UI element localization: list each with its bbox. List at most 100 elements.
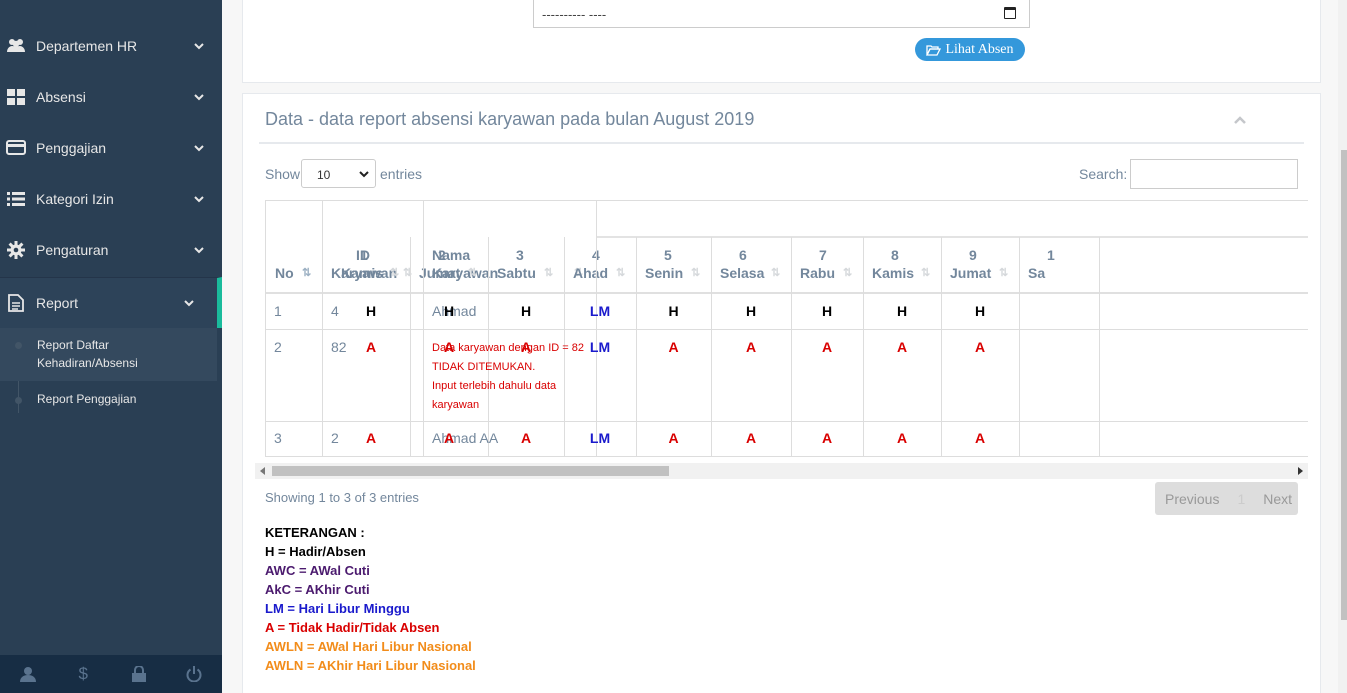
chevron-down-icon [194, 144, 204, 151]
table-border [265, 200, 266, 457]
lihat-absen-button[interactable]: Lihat Absen [915, 38, 1025, 61]
menu-report[interactable]: Report [0, 277, 222, 328]
chevron-down-icon [194, 246, 204, 253]
calendar-icon[interactable] [1004, 7, 1016, 19]
gear-icon [6, 240, 26, 260]
search-label: Search: [1079, 166, 1128, 182]
header-day-num[interactable]: 7 [819, 246, 827, 264]
attendance-mark: A [821, 339, 833, 355]
dollar-icon[interactable]: $ [56, 655, 112, 693]
attendance-mark: H [974, 303, 986, 319]
header-day-num[interactable]: 3 [516, 246, 524, 264]
menu-penggajian[interactable]: Penggajian [0, 122, 222, 173]
cell-no: 3 [274, 430, 282, 446]
header-day-name[interactable]: Rabu [800, 264, 835, 282]
table-border [423, 200, 424, 457]
cell-no: 2 [274, 339, 282, 355]
chevron-down-icon [184, 300, 194, 307]
attendance-mark: A [365, 430, 377, 446]
header-day-num[interactable]: 5 [664, 246, 672, 264]
power-icon[interactable] [167, 655, 223, 693]
table-info: Showing 1 to 3 of 3 entries [265, 490, 419, 505]
attendance-mark: A [443, 339, 455, 355]
header-day-name[interactable]: Senin [645, 264, 683, 282]
menu-kategori-izin[interactable]: Kategori Izin [0, 173, 222, 224]
header-day-name[interactable]: Jumat [419, 264, 460, 282]
submenu-report-penggajian[interactable]: Report Penggajian [0, 390, 217, 408]
attendance-mark: H [443, 303, 455, 319]
attendance-mark: A [520, 339, 532, 355]
sort-icon: ⇅ [843, 267, 853, 279]
submenu-dot [15, 397, 22, 404]
attendance-mark: A [896, 339, 908, 355]
sort-icon: ⇅ [616, 267, 626, 279]
attendance-mark: LM [589, 339, 611, 355]
divider [259, 142, 1304, 144]
menu-label: Departemen HR [36, 37, 138, 54]
legend-item: A = Tidak Hadir/Tidak Absen [265, 620, 440, 635]
vertical-scroll-thumb[interactable] [1341, 150, 1347, 620]
attendance-mark: H [821, 303, 833, 319]
legend-item: AWC = AWal Cuti [265, 563, 370, 578]
attendance-mark: A [745, 339, 757, 355]
entries-label: entries [380, 166, 423, 182]
show-label: Show [265, 166, 301, 182]
header-day-name[interactable]: Sa [1028, 264, 1045, 282]
chevron-down-icon [194, 42, 204, 49]
attendance-table: No ⇅ ID Karyawan ⇅ Nama Karyawan ⇅ 1 Kami… [265, 200, 1308, 457]
user-icon[interactable] [0, 655, 56, 693]
pagination: Previous 1 Next [1155, 482, 1298, 515]
sort-icon: ⇅ [544, 267, 554, 279]
menu-pengaturan[interactable]: Pengaturan [0, 224, 222, 275]
header-day-name[interactable]: Selasa [720, 264, 764, 282]
header-day-name[interactable]: Sabtu [497, 264, 536, 282]
table-border [265, 200, 1308, 201]
header-day-name[interactable]: Kamis [872, 264, 914, 282]
menu-absensi[interactable]: Absensi [0, 71, 222, 122]
menu-departemen-hr[interactable]: Departemen HR [0, 20, 222, 71]
chevron-up-icon[interactable] [1233, 115, 1247, 125]
chevron-down-icon [194, 93, 204, 100]
attendance-mark: H [520, 303, 532, 319]
users-icon [6, 36, 26, 56]
attendance-mark: A [520, 430, 532, 446]
table-border [1019, 237, 1020, 457]
header-day-name[interactable]: Ahad [573, 264, 608, 282]
header-day-num[interactable]: 1 [1047, 246, 1055, 264]
page-1-button[interactable]: 1 [1237, 491, 1245, 507]
header-day-num[interactable]: 6 [739, 246, 747, 264]
header-day-num[interactable]: 2 [438, 246, 446, 264]
horizontal-scrollbar[interactable] [255, 463, 1308, 479]
legend-item: LM = Hari Libur Minggu [265, 601, 410, 616]
page-size-select[interactable]: 10 [301, 159, 376, 188]
attendance-mark: LM [589, 430, 611, 446]
sort-icon: ⇅ [390, 267, 400, 279]
date-input[interactable]: ---------- ---- [533, 0, 1030, 28]
header-day-num[interactable]: 1 [360, 246, 368, 264]
next-button[interactable]: Next [1263, 491, 1292, 507]
header-day-name[interactable]: Kamis [341, 264, 383, 282]
legend-item: AkC = AKhir Cuti [265, 582, 370, 597]
header-day-num[interactable]: 8 [891, 246, 899, 264]
attendance-mark: A [668, 430, 679, 446]
attendance-mark: A [365, 339, 377, 355]
scroll-right-icon[interactable] [1298, 467, 1303, 475]
attendance-mark: H [896, 303, 908, 319]
scroll-thumb[interactable] [272, 466, 669, 476]
legend-title: KETERANGAN : [265, 525, 365, 540]
page-size-value: 10 [317, 168, 331, 182]
scroll-left-icon[interactable] [260, 467, 265, 475]
header-day-name[interactable]: Jumat [950, 264, 991, 282]
error-line: TIDAK DITEMUKAN. [432, 361, 536, 373]
header-day-num[interactable]: 9 [969, 246, 977, 264]
search-input[interactable] [1130, 159, 1298, 189]
header-no[interactable]: No [275, 264, 294, 282]
previous-button[interactable]: Previous [1165, 491, 1219, 507]
lihat-absen-label: Lihat Absen [945, 41, 1014, 57]
table-border [322, 200, 323, 457]
attendance-mark: A [974, 430, 986, 446]
table-border [265, 292, 1308, 294]
menu-label: Report [36, 295, 79, 311]
lock-icon[interactable] [111, 655, 167, 693]
submenu-report-kehadiran[interactable]: Report Daftar Kehadiran/Absensi [0, 328, 217, 381]
